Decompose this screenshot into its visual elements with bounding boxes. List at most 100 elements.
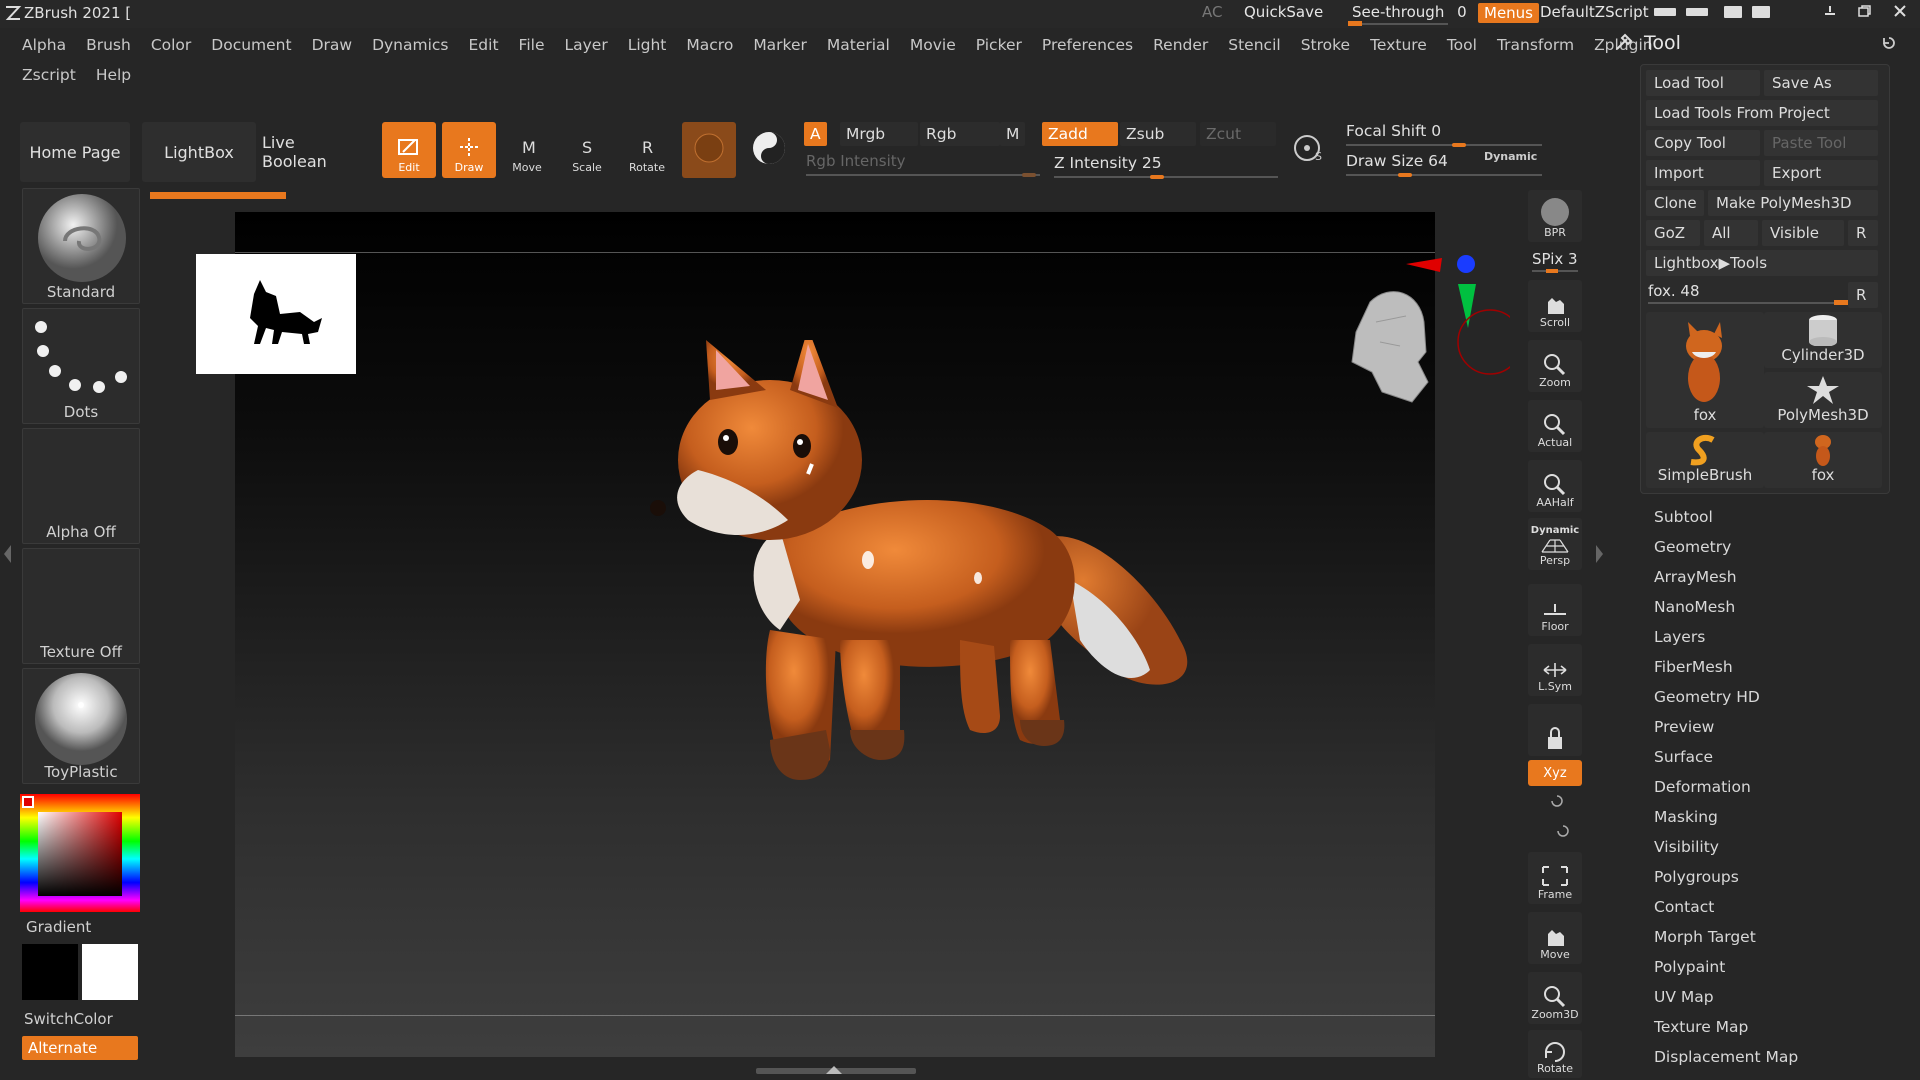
- zoom3d-button[interactable]: Zoom3D: [1528, 972, 1582, 1024]
- z-intensity-track[interactable]: [1054, 176, 1278, 178]
- menu-help[interactable]: Help: [86, 66, 141, 84]
- material-sphere-button[interactable]: [682, 122, 736, 178]
- tool-thumb-fox-small[interactable]: fox: [1764, 432, 1882, 488]
- ac-label[interactable]: AC: [1202, 3, 1222, 21]
- menu-marker[interactable]: Marker: [743, 36, 817, 54]
- material-selector[interactable]: ToyPlastic: [22, 668, 140, 784]
- zadd-toggle[interactable]: Zadd: [1042, 122, 1118, 146]
- copy-tool-button[interactable]: Copy Tool: [1646, 130, 1760, 156]
- section-contact[interactable]: Contact: [1654, 898, 1798, 928]
- quicksave-button[interactable]: QuickSave: [1244, 3, 1323, 21]
- lsym-button[interactable]: L.Sym: [1528, 644, 1582, 696]
- layout-icons[interactable]: [1654, 2, 1774, 26]
- rgb-toggle[interactable]: Rgb: [920, 122, 1000, 146]
- xyz-toggle[interactable]: Xyz: [1528, 760, 1582, 786]
- actual-button[interactable]: Actual: [1528, 400, 1582, 452]
- spix-label[interactable]: SPix 3: [1532, 250, 1578, 268]
- section-polypaint[interactable]: Polypaint: [1654, 958, 1798, 988]
- section-uv-map[interactable]: UV Map: [1654, 988, 1798, 1018]
- section-arraymesh[interactable]: ArrayMesh: [1654, 568, 1798, 598]
- goz-all-button[interactable]: All: [1704, 220, 1758, 246]
- menu-macro[interactable]: Macro: [676, 36, 743, 54]
- bpr-button[interactable]: BPR: [1528, 190, 1582, 242]
- rotate-mode-button[interactable]: R Rotate: [620, 122, 674, 178]
- menu-movie[interactable]: Movie: [900, 36, 966, 54]
- rotate-view-button[interactable]: Rotate: [1528, 1030, 1582, 1078]
- menu-material[interactable]: Material: [817, 36, 900, 54]
- a-toggle[interactable]: A: [804, 122, 827, 146]
- spix-knob[interactable]: [1546, 269, 1558, 273]
- mrgb-toggle[interactable]: Mrgb: [840, 122, 918, 146]
- menu-texture[interactable]: Texture: [1360, 36, 1437, 54]
- section-visibility[interactable]: Visibility: [1654, 838, 1798, 868]
- section-displacement-map[interactable]: Displacement Map: [1654, 1048, 1798, 1078]
- menu-file[interactable]: File: [509, 36, 555, 54]
- section-polygroups[interactable]: Polygroups: [1654, 868, 1798, 898]
- focal-shift-track[interactable]: [1346, 144, 1542, 146]
- dynamic-size-toggle[interactable]: Dynamic: [1484, 150, 1537, 163]
- draw-mode-button[interactable]: Draw: [442, 122, 496, 178]
- section-morph-target[interactable]: Morph Target: [1654, 928, 1798, 958]
- stroke-selector[interactable]: Dots: [22, 308, 140, 424]
- current-tool-label[interactable]: fox. 48: [1648, 282, 1700, 300]
- edit-mode-button[interactable]: Edit: [382, 122, 436, 178]
- tool-slider-knob[interactable]: [1834, 300, 1848, 305]
- default-zscript-button[interactable]: DefaultZScript: [1540, 3, 1649, 21]
- section-masking[interactable]: Masking: [1654, 808, 1798, 838]
- section-layers[interactable]: Layers: [1654, 628, 1798, 658]
- color-picker-square[interactable]: [38, 812, 122, 896]
- floor-button[interactable]: Floor: [1528, 584, 1582, 636]
- goz-button[interactable]: GoZ: [1646, 220, 1700, 246]
- section-subtool[interactable]: Subtool: [1654, 508, 1798, 538]
- lock-button[interactable]: [1528, 704, 1582, 756]
- brush-selector[interactable]: Standard: [22, 188, 140, 304]
- menu-layer[interactable]: Layer: [554, 36, 617, 54]
- color-picker[interactable]: [20, 794, 140, 912]
- section-preview[interactable]: Preview: [1654, 718, 1798, 748]
- tool-thumb-simplebrush[interactable]: SimpleBrush: [1646, 432, 1764, 488]
- move-view-button[interactable]: Move: [1528, 912, 1582, 964]
- gradient-label[interactable]: Gradient: [26, 918, 91, 936]
- draw-size-track[interactable]: [1346, 174, 1542, 176]
- menu-picker[interactable]: Picker: [966, 36, 1032, 54]
- fox-3d-model[interactable]: [620, 340, 1240, 800]
- scale-mode-button[interactable]: S Scale: [560, 122, 614, 178]
- load-tool-button[interactable]: Load Tool: [1646, 70, 1760, 96]
- alpha-selector[interactable]: Alpha Off: [22, 428, 140, 544]
- main-color-swatch[interactable]: [22, 796, 34, 808]
- restore-icon[interactable]: [1856, 3, 1872, 23]
- move-mode-button[interactable]: M Move: [500, 122, 554, 178]
- menu-document[interactable]: Document: [201, 36, 301, 54]
- menu-draw[interactable]: Draw: [302, 36, 362, 54]
- menu-alpha[interactable]: Alpha: [12, 36, 76, 54]
- texture-selector[interactable]: Texture Off: [22, 548, 140, 664]
- lightbox-button[interactable]: LightBox: [142, 122, 256, 182]
- draw-size-knob[interactable]: [1398, 173, 1412, 177]
- refresh-icon[interactable]: [1880, 34, 1898, 56]
- zoom-button[interactable]: Zoom: [1528, 340, 1582, 392]
- zsub-toggle[interactable]: Zsub: [1120, 122, 1196, 146]
- z-intensity-knob[interactable]: [1150, 175, 1164, 179]
- minimize-icon[interactable]: [1822, 3, 1838, 23]
- tool-thumb-polymesh3d[interactable]: PolyMesh3D: [1764, 372, 1882, 428]
- persp-button[interactable]: Dynamic Persp: [1528, 518, 1582, 570]
- menu-zscript[interactable]: Zscript: [12, 66, 86, 84]
- scroll-button[interactable]: Scroll: [1528, 280, 1582, 332]
- home-page-button[interactable]: Home Page: [20, 122, 130, 182]
- menu-render[interactable]: Render: [1143, 36, 1218, 54]
- tool-thumb-cylinder3d[interactable]: Cylinder3D: [1764, 312, 1882, 368]
- see-through-knob[interactable]: [1348, 21, 1362, 26]
- focal-shift-knob[interactable]: [1452, 143, 1466, 147]
- menu-stencil[interactable]: Stencil: [1218, 36, 1290, 54]
- menu-brush[interactable]: Brush: [76, 36, 141, 54]
- live-boolean-button[interactable]: Live Boolean: [262, 122, 360, 182]
- axis-gizmo-icon[interactable]: [1400, 246, 1510, 396]
- menu-preferences[interactable]: Preferences: [1032, 36, 1143, 54]
- menu-stroke[interactable]: Stroke: [1291, 36, 1360, 54]
- section-surface[interactable]: Surface: [1654, 748, 1798, 778]
- color-sphere-button[interactable]: [742, 122, 796, 178]
- menu-edit[interactable]: Edit: [459, 36, 509, 54]
- see-through-slider[interactable]: See-through 0: [1352, 3, 1467, 21]
- m-toggle[interactable]: M: [1000, 122, 1026, 146]
- paste-tool-button[interactable]: Paste Tool: [1764, 130, 1878, 156]
